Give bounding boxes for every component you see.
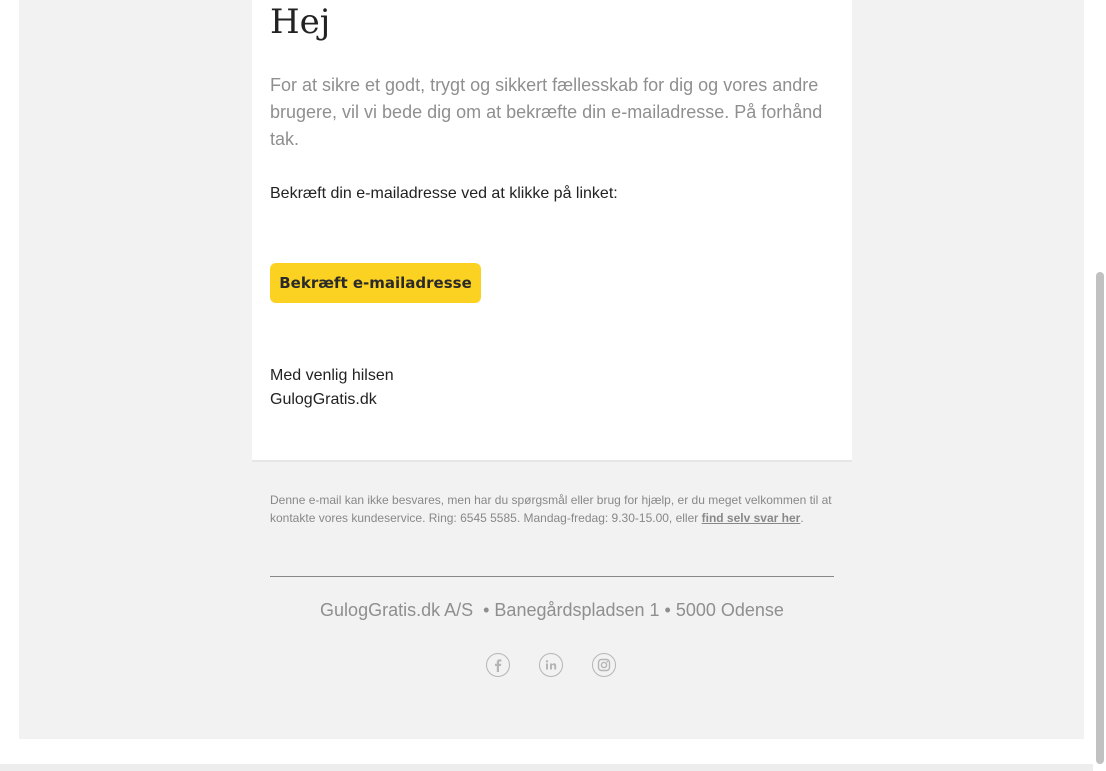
signoff: Med venlig hilsen GulogGratis.dk [270,364,394,412]
page-bottom-strip [0,764,1106,771]
confirm-email-button[interactable]: Bekræft e-mailadresse [270,263,481,303]
linkedin-icon[interactable] [539,653,563,677]
facebook-icon[interactable] [486,653,510,677]
signoff-sender: GulogGratis.dk [270,391,377,408]
intro-paragraph: For at sikre et godt, trygt og sikkert f… [270,75,823,149]
signoff-greeting: Med venlig hilsen [270,367,394,384]
scrollbar-thumb[interactable] [1096,272,1104,764]
instagram-icon[interactable] [592,653,616,677]
footer-divider [270,576,834,577]
instruction-text: Bekræft din e-mailadresse ved at klikke … [270,185,618,202]
footer-disclaimer: Denne e-mail kan ikke besvares, men har … [270,491,835,527]
company-address: GulogGratis.dk A/S • Banegårdspladsen 1 … [320,600,784,620]
find-answers-link[interactable]: find selv svar her [702,511,801,525]
email-heading: Hej [270,2,331,42]
disclaimer-end: . [800,511,804,525]
